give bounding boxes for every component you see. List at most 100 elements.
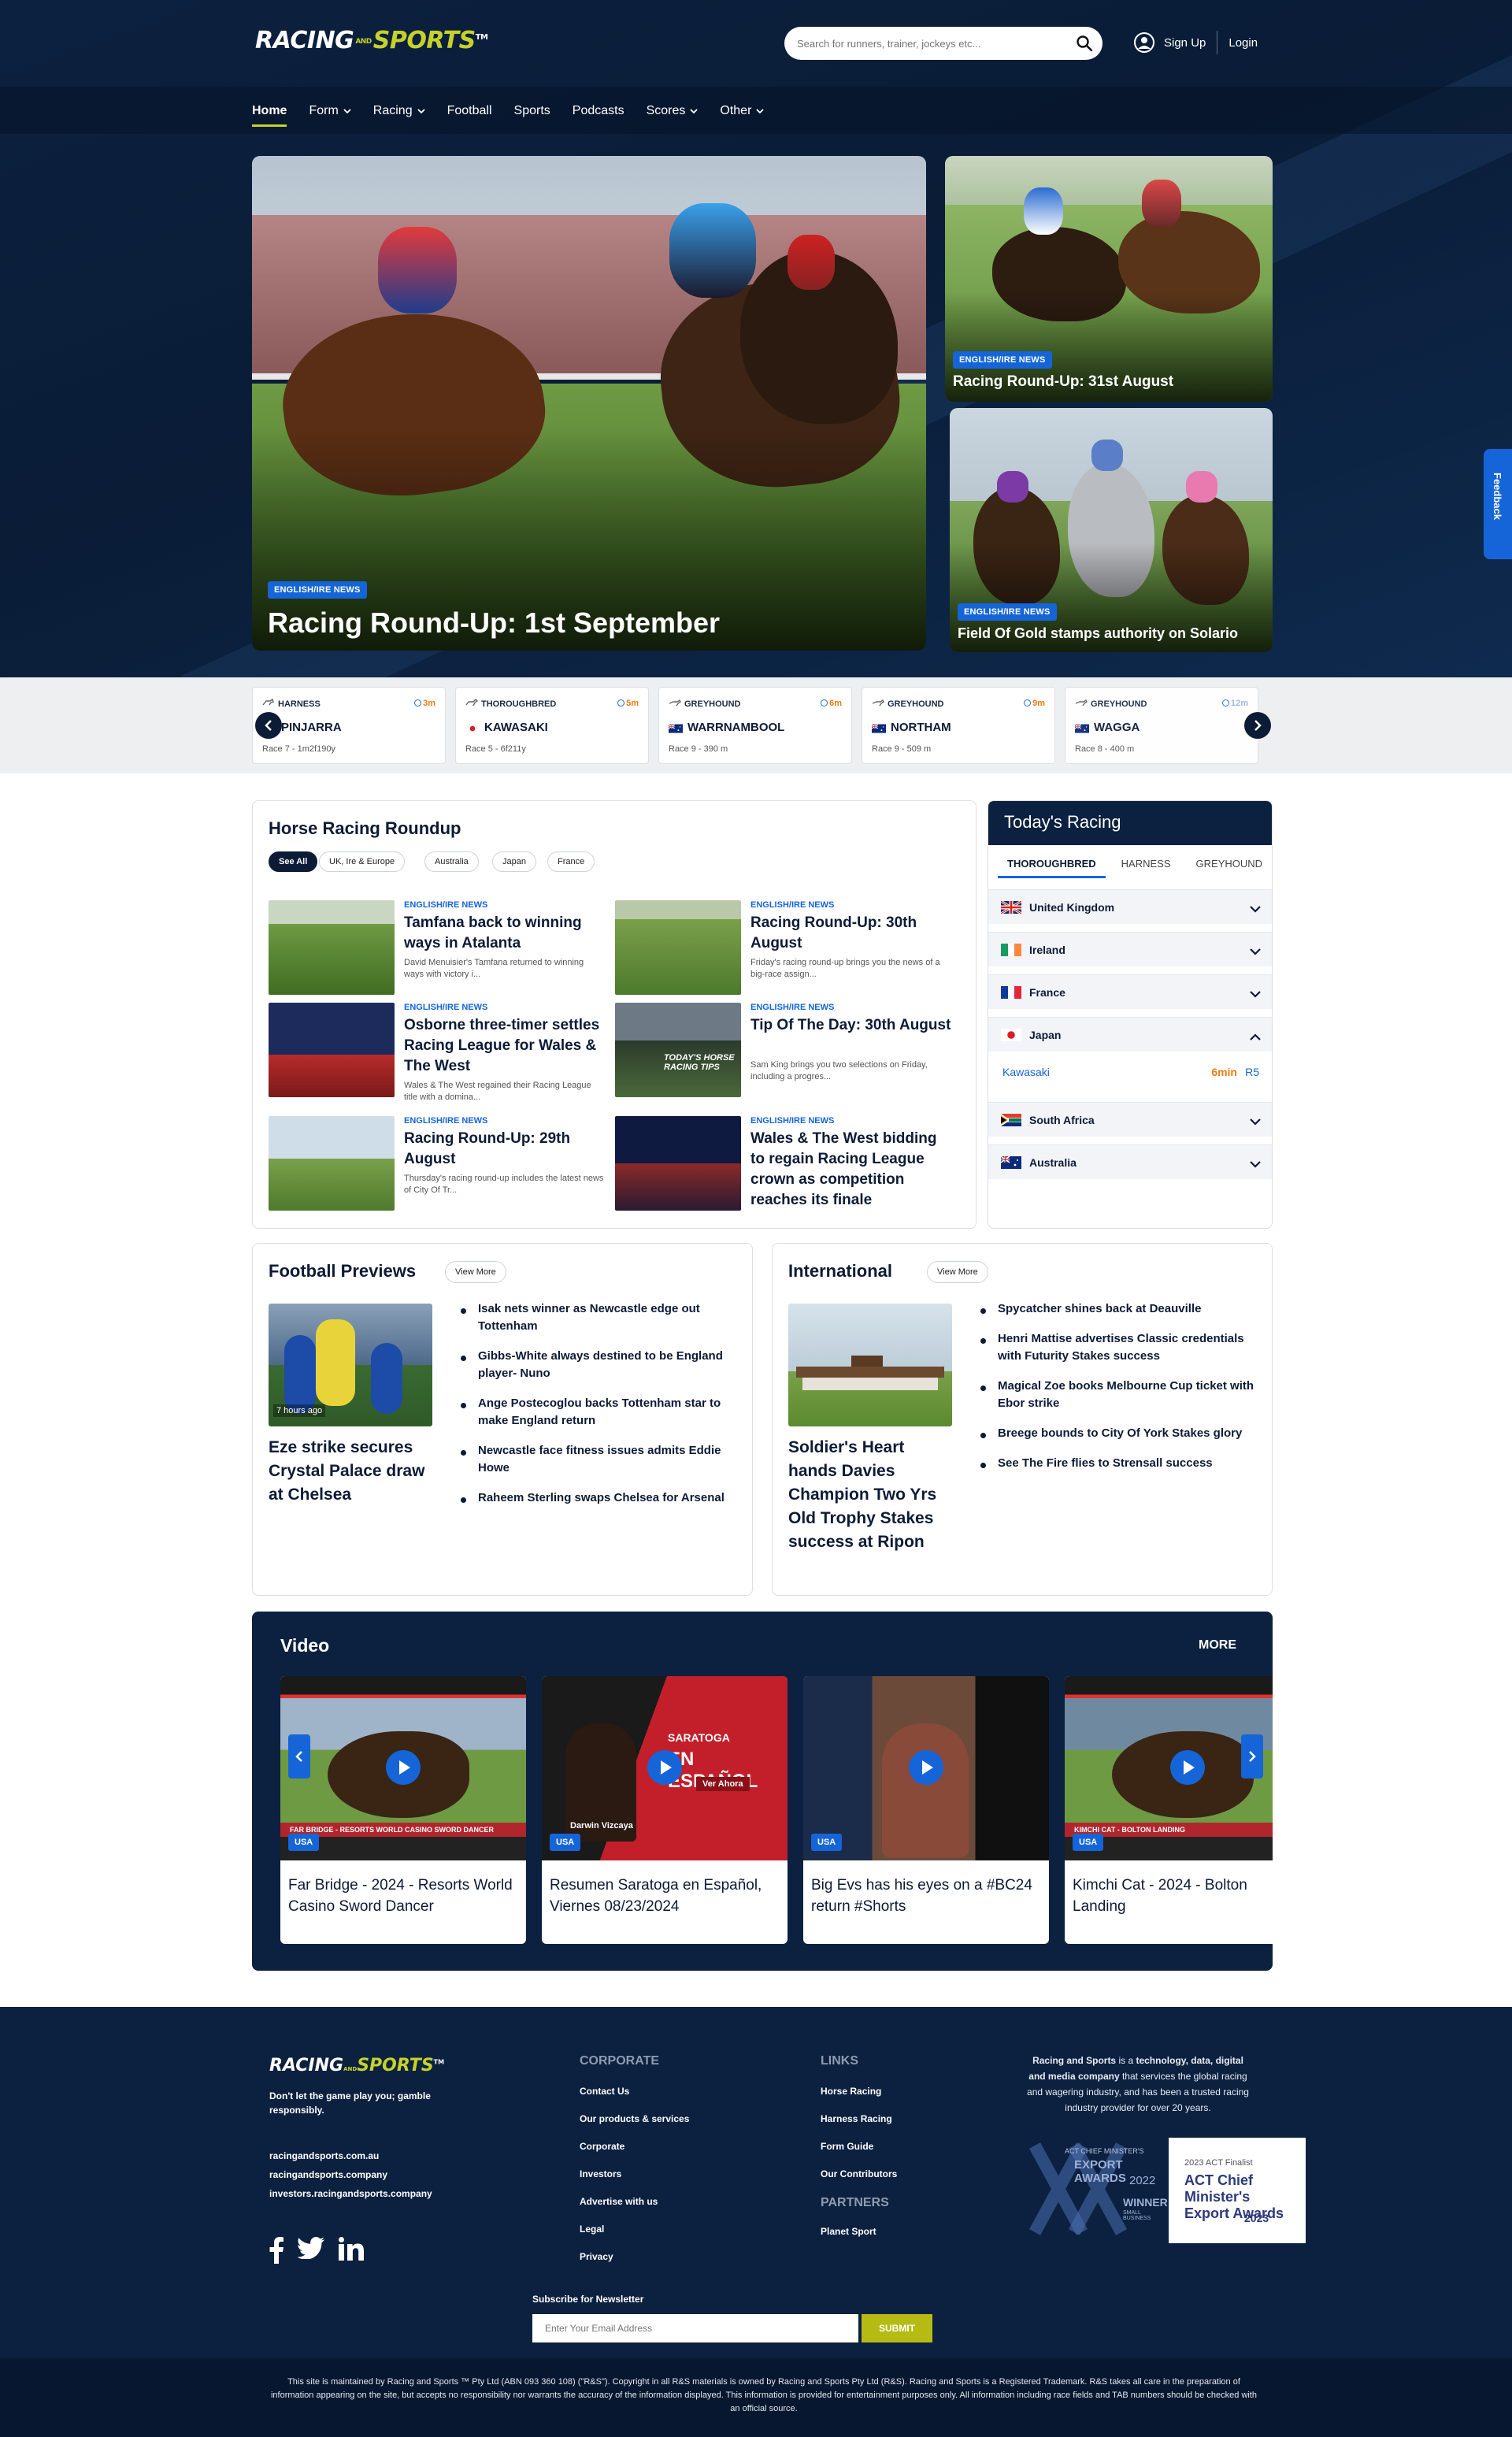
hero-side-1-title[interactable]: Racing Round-Up: 31st August [953, 373, 1173, 391]
chevron-down-icon[interactable] [1250, 988, 1261, 1002]
tab-harness[interactable]: HARNESS [1112, 858, 1180, 878]
hero-side-1-tag[interactable]: ENGLISH/IRE NEWS [953, 351, 1052, 369]
roundup-news-item[interactable]: ENGLISH/IRE NEWS Tamfana back to winning … [269, 900, 606, 998]
roundup-news-item[interactable]: ENGLISH/IRE NEWS Osborne three-timer sett… [269, 1003, 606, 1102]
news-category[interactable]: ENGLISH/IRE NEWS [750, 900, 834, 910]
video-title-text[interactable]: Big Evs has his eyes on a #BC24 return #… [811, 1875, 1041, 1917]
country-row-uk[interactable]: United Kingdom [988, 889, 1272, 924]
hero-main-tag[interactable]: ENGLISH/IRE NEWS [268, 581, 367, 599]
footer-link[interactable]: Harness Racing [821, 2113, 892, 2124]
race-card[interactable]: THOROUGHBRED 5m KAWASAKI Race 5 - 6f211y [455, 687, 649, 764]
headline-link[interactable]: Ange Postecoglou backs Tottenham star to… [459, 1395, 739, 1430]
footer-link[interactable]: Horse Racing [821, 2086, 881, 2097]
roundup-filter-2[interactable]: Australia [424, 851, 479, 872]
video-card[interactable]: USA Big Evs has his eyes on a #BC24 retur… [803, 1676, 1049, 1944]
headline-link[interactable]: Breege bounds to City Of York Stakes glo… [979, 1425, 1259, 1442]
partner-link-planet-sport[interactable]: Planet Sport [821, 2226, 876, 2237]
roundup-filter-1[interactable]: UK, Ire & Europe [319, 851, 406, 872]
facebook-icon[interactable] [269, 2237, 284, 2264]
play-icon[interactable] [647, 1750, 682, 1785]
news-title[interactable]: Racing Round-Up: 30th August [750, 913, 952, 954]
hero-main-title[interactable]: Racing Round-Up: 1st September [268, 606, 720, 640]
roundup-filter-3[interactable]: Japan [492, 851, 536, 872]
feedback-tab[interactable]: Feedback [1484, 449, 1512, 559]
news-thumbnail[interactable] [269, 1116, 395, 1211]
nav-item-football[interactable]: Football [447, 104, 492, 118]
video-title-text[interactable]: Resumen Saratoga en Español, Viernes 08/… [550, 1875, 780, 1917]
headline-link[interactable]: Raheem Sterling swaps Chelsea for Arsena… [459, 1489, 739, 1507]
linkedin-icon[interactable] [339, 2237, 364, 2261]
nav-item-form[interactable]: Form [309, 104, 351, 118]
news-title[interactable]: Osborne three-timer settles Racing Leagu… [404, 1015, 606, 1077]
international-feature-image[interactable] [788, 1304, 952, 1426]
headline-link[interactable]: Gibbs-White always destined to be Englan… [459, 1348, 739, 1382]
news-title[interactable]: Tamfana back to winning ways in Atalanta [404, 913, 606, 954]
chevron-down-icon[interactable] [1250, 903, 1261, 917]
footer-logo[interactable]: RACINGANDSPORTSTM [269, 2056, 444, 2075]
video-prev-button[interactable] [288, 1734, 310, 1779]
search-icon[interactable] [1076, 35, 1093, 52]
news-title[interactable]: Racing Round-Up: 29th August [404, 1129, 606, 1170]
newsletter-email-input[interactable] [532, 2314, 858, 2342]
corporate-link[interactable]: Corporate [580, 2141, 624, 2152]
play-icon[interactable] [386, 1750, 421, 1785]
footer-link[interactable]: Form Guide [821, 2141, 873, 2152]
nav-item-home[interactable]: Home [252, 104, 287, 127]
video-thumbnail[interactable] [803, 1676, 1049, 1860]
play-icon[interactable] [909, 1750, 943, 1785]
signup-link[interactable]: Sign Up [1164, 36, 1206, 50]
roundup-filter-4[interactable]: France [547, 851, 595, 872]
footer-link[interactable]: Our Contributors [821, 2168, 897, 2179]
race-number[interactable]: R5 [1245, 1066, 1259, 1078]
video-card[interactable]: FAR BRIDGE - RESORTS WORLD CASINO SWORD … [280, 1676, 526, 1944]
hero-side-story-2[interactable]: ENGLISH/IRE NEWS Field Of Gold stamps au… [950, 408, 1273, 652]
race-card[interactable]: GREYHOUND 12m WAGGA Race 8 - 400 m [1065, 687, 1258, 764]
headline-link[interactable]: Henri Mattise advertises Classic credent… [979, 1330, 1259, 1365]
race-card[interactable]: GREYHOUND 6m WARRNAMBOOL Race 9 - 390 m [658, 687, 852, 764]
nav-item-other[interactable]: Other [720, 104, 765, 118]
headline-link[interactable]: See The Fire flies to Strensall success [979, 1455, 1259, 1472]
news-category[interactable]: ENGLISH/IRE NEWS [404, 1003, 487, 1012]
headline-link[interactable]: Magical Zoe books Melbourne Cup ticket w… [979, 1378, 1259, 1412]
hero-side-story-1[interactable]: ENGLISH/IRE NEWS Racing Round-Up: 31st A… [945, 156, 1273, 402]
nav-item-racing[interactable]: Racing [373, 104, 425, 118]
video-title-text[interactable]: Kimchi Cat - 2024 - Bolton Landing [1073, 1875, 1273, 1917]
strip-next-button[interactable] [1244, 712, 1271, 739]
football-feature-title[interactable]: Eze strike secures Crystal Palace draw a… [269, 1436, 434, 1507]
corporate-link[interactable]: Privacy [580, 2251, 613, 2262]
chevron-up-icon[interactable] [1250, 1030, 1261, 1044]
nav-item-sports[interactable]: Sports [514, 104, 550, 118]
race-venue-link[interactable]: Kawasaki [1002, 1066, 1050, 1078]
news-title[interactable]: Tip Of The Day: 30th August [750, 1015, 952, 1036]
news-category[interactable]: ENGLISH/IRE NEWS [750, 1003, 834, 1012]
video-thumbnail[interactable]: SARATOGAEN ESPAÑOLVer AhoraDarwin Vizcay… [542, 1676, 788, 1860]
nav-item-podcasts[interactable]: Podcasts [573, 104, 624, 118]
video-card[interactable]: KIMCHI CAT - BOLTON LANDING USA Kimchi Cat… [1065, 1676, 1273, 1944]
corporate-link[interactable]: Advertise with us [580, 2196, 658, 2207]
corporate-link[interactable]: Legal [580, 2224, 604, 2235]
roundup-news-item[interactable]: ENGLISH/IRE NEWS Racing Round-Up: 29th Au… [269, 1116, 606, 1214]
corporate-link[interactable]: Contact Us [580, 2086, 629, 2097]
footer-site-link-1[interactable]: racingandsports.com.au [269, 2150, 379, 2161]
play-icon[interactable] [1170, 1750, 1205, 1785]
tab-greyhound[interactable]: GREYHOUND [1187, 858, 1272, 878]
football-view-more-button[interactable]: View More [445, 1261, 506, 1283]
login-link[interactable]: Login [1228, 36, 1258, 50]
chevron-down-icon[interactable] [1250, 945, 1261, 959]
hero-side-2-title[interactable]: Field Of Gold stamps authority on Solari… [958, 625, 1238, 642]
country-row-ie[interactable]: Ireland [988, 932, 1272, 966]
tab-thoroughbred[interactable]: THOROUGHBRED [998, 858, 1106, 878]
roundup-news-item[interactable]: ENGLISH/IRE NEWS Wales & The West bidding… [615, 1116, 952, 1214]
corporate-link[interactable]: Our products & services [580, 2113, 689, 2124]
headline-link[interactable]: Isak nets winner as Newcastle edge out T… [459, 1300, 739, 1335]
news-thumbnail[interactable] [269, 1003, 395, 1097]
strip-prev-button[interactable] [255, 712, 282, 739]
country-row-au[interactable]: Australia [988, 1144, 1272, 1179]
hero-side-2-tag[interactable]: ENGLISH/IRE NEWS [958, 603, 1057, 621]
video-title-text[interactable]: Far Bridge - 2024 - Resorts World Casino… [288, 1875, 518, 1917]
search-input[interactable] [797, 34, 1057, 53]
footer-site-link-3[interactable]: investors.racingandsports.company [269, 2188, 432, 2199]
newsletter-submit-button[interactable]: SUBMIT [862, 2314, 932, 2342]
roundup-news-item[interactable]: ENGLISH/IRE NEWS Racing Round-Up: 30th Au… [615, 900, 952, 998]
headline-link[interactable]: Spycatcher shines back at Deauville [979, 1300, 1259, 1318]
